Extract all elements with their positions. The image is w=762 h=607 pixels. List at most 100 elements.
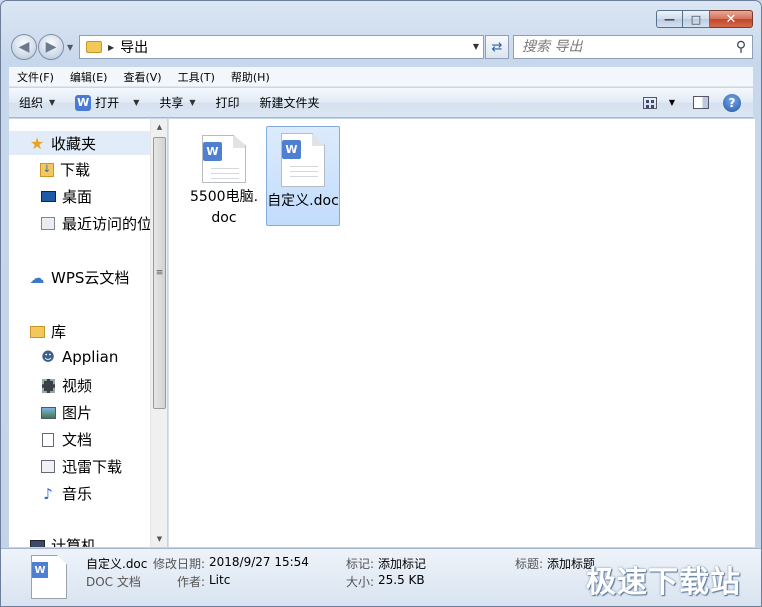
picture-icon (40, 405, 56, 421)
nav-documents-label: 文档 (62, 431, 93, 449)
maximize-button[interactable]: □ (683, 10, 710, 28)
address-row: ◀ ▶ ▼ ▶ 导出 ▼ ⇄ ⚲ (9, 34, 753, 60)
chevron-down-icon: ▼ (49, 98, 56, 107)
nav-pictures-label: 图片 (62, 404, 93, 422)
nav-xunlei[interactable]: 迅雷下载 (40, 456, 122, 477)
details-pane: W 自定义.doc DOC 文档 修改日期: 2018/9/27 15:54 作… (1, 548, 761, 606)
nav-documents[interactable]: 文档 (40, 429, 92, 450)
nav-desktop-label: 桌面 (62, 188, 93, 206)
share-label: 共享 (159, 96, 184, 110)
menu-file[interactable]: 文件(F) (9, 69, 62, 85)
details-size-label: 大小: (346, 575, 375, 589)
refresh-button[interactable]: ⇄ (485, 35, 509, 59)
open-button[interactable]: W 打开 ▼ (65, 88, 149, 117)
nav-wps-cloud[interactable]: ☁ WPS云文档 (29, 267, 130, 288)
document-icon (40, 432, 56, 448)
new-folder-label: 新建文件夹 (259, 96, 320, 110)
owl-icon: ☻ (41, 349, 55, 365)
nav-computer[interactable]: 计算机 (29, 535, 96, 547)
menu-edit[interactable]: 编辑(E) (62, 69, 116, 85)
details-title-label: 标题: (515, 557, 544, 571)
close-button[interactable]: ✕ (710, 10, 753, 28)
nav-desktop[interactable]: 桌面 (40, 186, 92, 207)
change-view-icon[interactable] (642, 96, 657, 109)
refresh-icon: ⇄ (491, 39, 503, 55)
nav-recent[interactable]: 最近访问的位置 (40, 213, 167, 234)
scroll-down-icon[interactable]: ▼ (151, 531, 167, 547)
nav-xunlei-label: 迅雷下载 (62, 458, 123, 476)
preview-pane-icon[interactable] (693, 96, 709, 109)
breadcrumb-current[interactable]: 导出 (120, 37, 148, 57)
view-controls: ▼ ? (635, 88, 753, 117)
nav-videos-label: 视频 (62, 377, 93, 395)
search-box: ⚲ (513, 35, 753, 59)
back-button[interactable]: ◀ (11, 34, 37, 60)
nav-scrollbar[interactable]: ▲ ≡ ▼ (150, 119, 167, 547)
nav-downloads[interactable]: ↓ 下载 (40, 159, 90, 180)
nav-music-label: 音乐 (62, 485, 93, 503)
close-icon: ✕ (725, 11, 737, 27)
new-folder-button[interactable]: 新建文件夹 (250, 88, 330, 117)
site-watermark: 极速下载站 (586, 565, 741, 600)
nav-libraries-label: 库 (51, 323, 67, 341)
computer-icon (29, 538, 45, 547)
file-name: 5500电脑.doc (189, 189, 259, 226)
wps-doc-icon: W (281, 133, 325, 187)
star-icon: ★ (29, 133, 45, 153)
breadcrumb-separator-icon[interactable]: ▶ (108, 43, 114, 52)
share-button[interactable]: 共享 ▼ (149, 88, 205, 117)
film-icon (40, 378, 56, 394)
print-label: 打印 (215, 96, 240, 110)
view-dropdown-icon[interactable]: ▼ (669, 98, 675, 107)
file-item-selected[interactable]: W 自定义.doc (266, 126, 340, 226)
address-bar[interactable]: ▶ 导出 ▼ (79, 35, 484, 59)
nav-libraries[interactable]: 库 (29, 321, 66, 342)
command-bar: 组织 ▼ W 打开 ▼ 共享 ▼ 打印 新建文件夹 ▼ ? (9, 88, 753, 118)
organize-button[interactable]: 组织 ▼ (9, 88, 65, 117)
caption-buttons: — □ ✕ (656, 10, 753, 28)
minimize-button[interactable]: — (656, 10, 683, 28)
nav-pictures[interactable]: 图片 (40, 402, 92, 423)
nav-wps-cloud-label: WPS云文档 (51, 269, 130, 287)
file-name: 自定义.doc (267, 193, 339, 209)
details-author-label: 作者: (177, 575, 206, 589)
file-list: W 5500电脑.doc W 自定义.doc (168, 119, 755, 547)
chevron-down-icon: ▼ (189, 98, 196, 107)
details-filetype: DOC 文档 (86, 575, 141, 589)
print-button[interactable]: 打印 (206, 88, 250, 117)
search-input[interactable] (522, 39, 730, 55)
nav-music[interactable]: ♪ 音乐 (40, 483, 92, 504)
nav-downloads-label: 下载 (60, 161, 91, 179)
details-size-value: 25.5 KB (378, 573, 425, 587)
details-modified-label: 修改日期: (153, 557, 206, 571)
details-tags-value[interactable]: 添加标记 (378, 555, 426, 572)
details-filename: 自定义.doc (86, 557, 148, 571)
nav-favorites[interactable]: ★ 收藏夹 (9, 131, 150, 155)
forward-button[interactable]: ▶ (38, 34, 64, 60)
file-item[interactable]: W 5500电脑.doc (187, 129, 261, 229)
recent-places-icon (40, 216, 56, 232)
wps-doc-icon: W (202, 135, 246, 183)
help-icon[interactable]: ? (723, 93, 741, 112)
address-dropdown-icon[interactable]: ▼ (473, 42, 479, 51)
minimize-icon: — (664, 12, 675, 26)
details-modified-value: 2018/9/27 15:54 (209, 555, 309, 569)
menu-help[interactable]: 帮助(H) (223, 69, 278, 85)
scrollbar-thumb[interactable]: ≡ (153, 137, 166, 409)
menu-tools[interactable]: 工具(T) (170, 69, 223, 85)
nav-applian[interactable]: ☻ Applian (40, 348, 118, 366)
details-tags-label: 标记: (346, 557, 375, 571)
search-icon[interactable]: ⚲ (730, 39, 752, 55)
recent-pages-dropdown-icon[interactable]: ▼ (67, 43, 73, 52)
scroll-up-icon[interactable]: ▲ (151, 119, 167, 135)
cloud-icon: ☁ (29, 268, 45, 287)
details-author-value[interactable]: Litc (209, 573, 230, 587)
maximize-icon: □ (690, 12, 702, 26)
menu-view[interactable]: 查看(V) (115, 69, 169, 85)
explorer-window: — □ ✕ ◀ ▶ ▼ ▶ 导出 ▼ ⇄ ⚲ 文件(F) 编辑(E) 查看(V)… (0, 0, 762, 607)
navigation-pane: ★ 收藏夹 ↓ 下载 桌面 最近访问的位置 ☁ WPS云文档 库 ☻ Appli… (9, 119, 167, 547)
nav-computer-label: 计算机 (51, 537, 97, 547)
music-note-icon: ♪ (43, 484, 53, 503)
xunlei-download-icon (40, 459, 56, 475)
nav-videos[interactable]: 视频 (40, 375, 92, 396)
